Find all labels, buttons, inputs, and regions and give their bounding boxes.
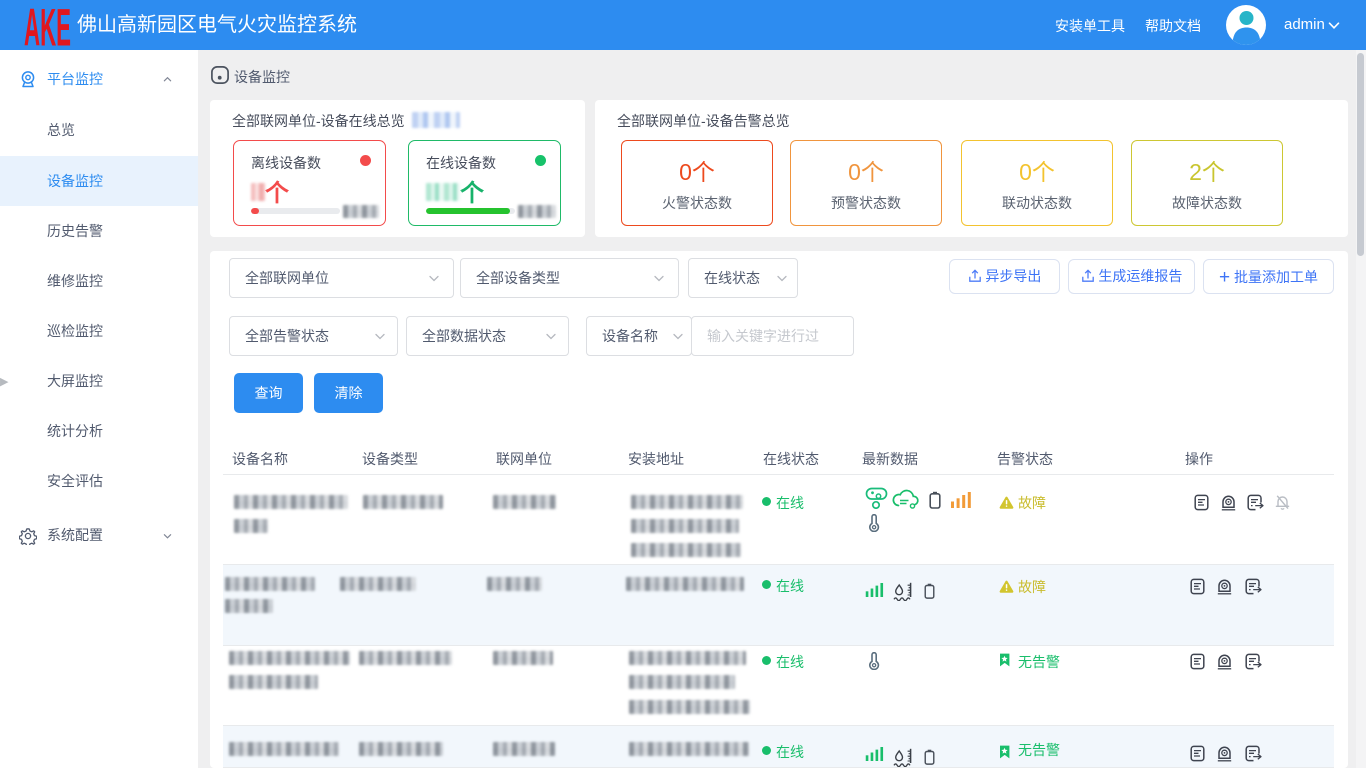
svg-text:AKE: AKE [24,6,71,48]
